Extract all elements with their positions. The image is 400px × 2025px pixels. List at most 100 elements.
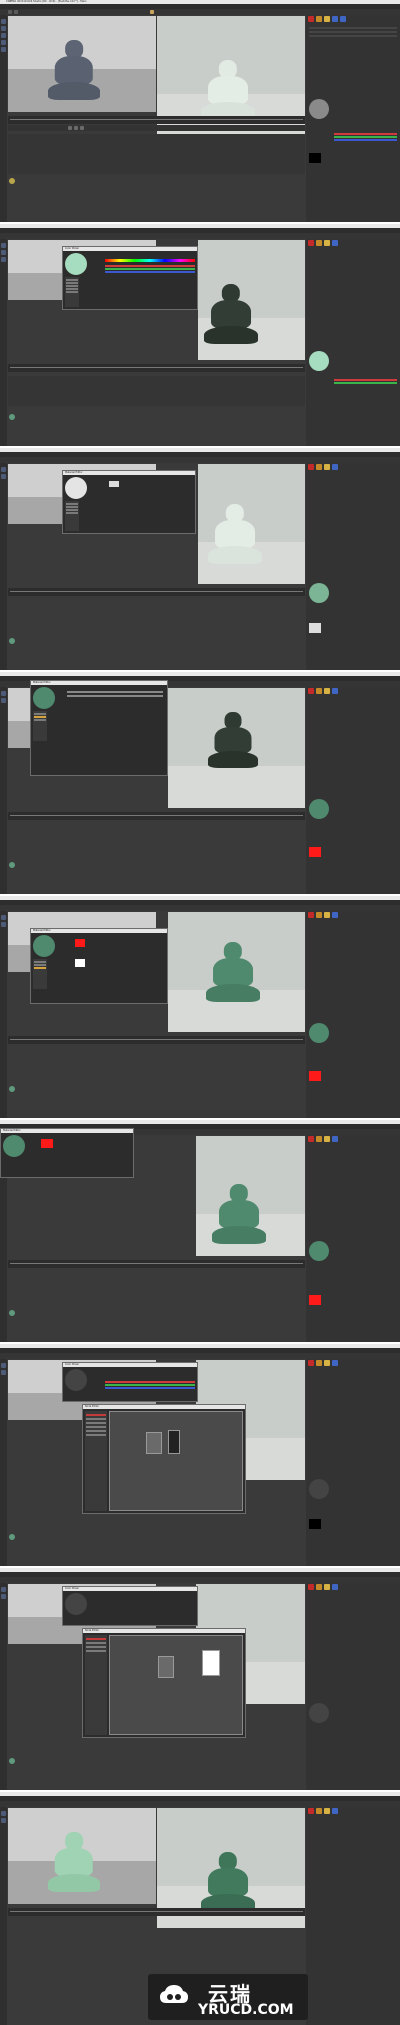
- color-swatch[interactable]: [309, 1295, 321, 1305]
- material-thumbnail[interactable]: [9, 1310, 15, 1316]
- white-color-swatch[interactable]: [75, 959, 85, 967]
- color-swatch[interactable]: [309, 847, 321, 857]
- node-list[interactable]: [85, 1635, 107, 1735]
- color-picker-dialog[interactable]: Color Picker: [62, 246, 198, 310]
- mode-icons[interactable]: [308, 688, 398, 694]
- channel-list[interactable]: [33, 711, 47, 741]
- material-preview-sphere: [309, 583, 329, 603]
- node-editor-dialog[interactable]: Node Editor: [82, 1404, 246, 1514]
- screenshot-frame-4: Material Editor: [0, 672, 400, 894]
- material-editor-dialog[interactable]: Material Editor: [62, 470, 196, 534]
- texture-swatch[interactable]: [109, 481, 119, 487]
- timeline[interactable]: [8, 588, 305, 596]
- mode-icons[interactable]: [308, 1136, 398, 1142]
- right-panel[interactable]: [306, 1807, 400, 2025]
- right-panel[interactable]: [306, 239, 400, 446]
- screenshot-frame-1: CINEMA 4D R19.024 Studio (RC - R19) - [B…: [0, 0, 400, 222]
- screenshot-frame-5: Material Editor: [0, 896, 400, 1118]
- material-preview-sphere: [65, 253, 87, 275]
- watermark-brand-url: YRUCD.COM: [198, 2002, 294, 2018]
- texture-node[interactable]: [146, 1432, 162, 1454]
- mode-icons[interactable]: [308, 1584, 398, 1590]
- material-thumbnail[interactable]: [9, 862, 15, 868]
- right-panel[interactable]: [306, 1359, 400, 1566]
- material-preview-sphere: [309, 1023, 329, 1043]
- mode-icons[interactable]: [308, 912, 398, 918]
- render-viewport[interactable]: [196, 1136, 305, 1256]
- attributes-manager[interactable]: [8, 134, 305, 174]
- dialog-title: Material Editor: [3, 1129, 21, 1132]
- attributes-manager[interactable]: [8, 376, 305, 406]
- channel-list[interactable]: [33, 959, 47, 989]
- left-toolbar[interactable]: [0, 911, 7, 1118]
- right-panel[interactable]: [306, 911, 400, 1118]
- cloud-icon: [160, 1985, 188, 2003]
- perspective-viewport[interactable]: [8, 1808, 156, 1904]
- color-swatch[interactable]: [309, 1519, 321, 1529]
- material-preview-sphere: [65, 477, 87, 499]
- node-editor-dialog[interactable]: Node Editor: [82, 1628, 246, 1738]
- render-viewport[interactable]: [168, 912, 305, 1032]
- material-thumbnail[interactable]: [9, 638, 15, 644]
- material-editor-dialog[interactable]: Material Editor: [30, 928, 168, 1004]
- right-panel[interactable]: [306, 15, 400, 222]
- color-swatch[interactable]: [309, 153, 321, 163]
- mode-icons[interactable]: [308, 1808, 398, 1814]
- left-toolbar[interactable]: [0, 1583, 7, 1790]
- left-toolbar[interactable]: [0, 1807, 7, 2025]
- channel-list[interactable]: [65, 501, 79, 531]
- material-preview-sphere: [309, 1241, 329, 1261]
- material-thumbnail[interactable]: [9, 178, 15, 184]
- render-viewport[interactable]: [198, 464, 305, 584]
- color-swatch[interactable]: [309, 623, 321, 633]
- dialog-title: Node Editor: [85, 1629, 100, 1632]
- material-thumbnail[interactable]: [9, 414, 15, 420]
- material-node[interactable]: [168, 1430, 180, 1454]
- material-editor-dialog[interactable]: Material Editor: [0, 1128, 134, 1178]
- perspective-viewport[interactable]: [8, 16, 156, 112]
- timeline[interactable]: [8, 1036, 305, 1044]
- node-list[interactable]: [85, 1411, 107, 1511]
- color-picker-dialog[interactable]: Color Picker: [62, 1586, 198, 1626]
- timeline[interactable]: [8, 1908, 305, 1916]
- color-picker-dialog[interactable]: Color Picker: [62, 1362, 198, 1402]
- timeline[interactable]: [8, 1260, 305, 1268]
- mode-icons[interactable]: [308, 464, 398, 470]
- left-toolbar[interactable]: [0, 1359, 7, 1566]
- playback-controls[interactable]: [8, 125, 305, 131]
- buddha-model: [48, 1832, 100, 1892]
- right-panel[interactable]: [306, 1135, 400, 1342]
- timeline[interactable]: [8, 364, 305, 372]
- left-toolbar[interactable]: [0, 15, 7, 222]
- material-thumbnail[interactable]: [9, 1086, 15, 1092]
- red-color-swatch[interactable]: [41, 1139, 53, 1148]
- left-toolbar[interactable]: [0, 239, 7, 446]
- material-thumbnail[interactable]: [9, 1758, 15, 1764]
- timeline[interactable]: [8, 116, 305, 124]
- right-panel[interactable]: [306, 463, 400, 670]
- undo-icon[interactable]: [8, 10, 12, 14]
- render-icon[interactable]: [150, 10, 154, 14]
- material-preview-sphere: [65, 1369, 87, 1391]
- color-swatch[interactable]: [309, 1071, 321, 1081]
- left-toolbar[interactable]: [0, 687, 7, 894]
- move-tool-icon[interactable]: [14, 10, 18, 14]
- material-node[interactable]: [202, 1650, 220, 1676]
- mode-icons[interactable]: [308, 1360, 398, 1366]
- timeline[interactable]: [8, 812, 305, 820]
- right-panel[interactable]: [306, 687, 400, 894]
- red-color-swatch[interactable]: [75, 939, 85, 947]
- mode-icons[interactable]: [308, 240, 398, 246]
- channel-list[interactable]: [65, 277, 79, 307]
- material-editor-dialog[interactable]: Material Editor: [30, 680, 168, 776]
- material-thumbnail[interactable]: [9, 1534, 15, 1540]
- node-canvas[interactable]: [109, 1411, 243, 1511]
- node-canvas[interactable]: [109, 1635, 243, 1735]
- left-toolbar[interactable]: [0, 463, 7, 670]
- render-viewport[interactable]: [168, 688, 305, 808]
- right-panel[interactable]: [306, 1583, 400, 1790]
- material-preview-sphere: [309, 1479, 329, 1499]
- texture-node[interactable]: [158, 1656, 174, 1678]
- mode-icons[interactable]: [308, 16, 398, 22]
- render-viewport[interactable]: [198, 240, 305, 360]
